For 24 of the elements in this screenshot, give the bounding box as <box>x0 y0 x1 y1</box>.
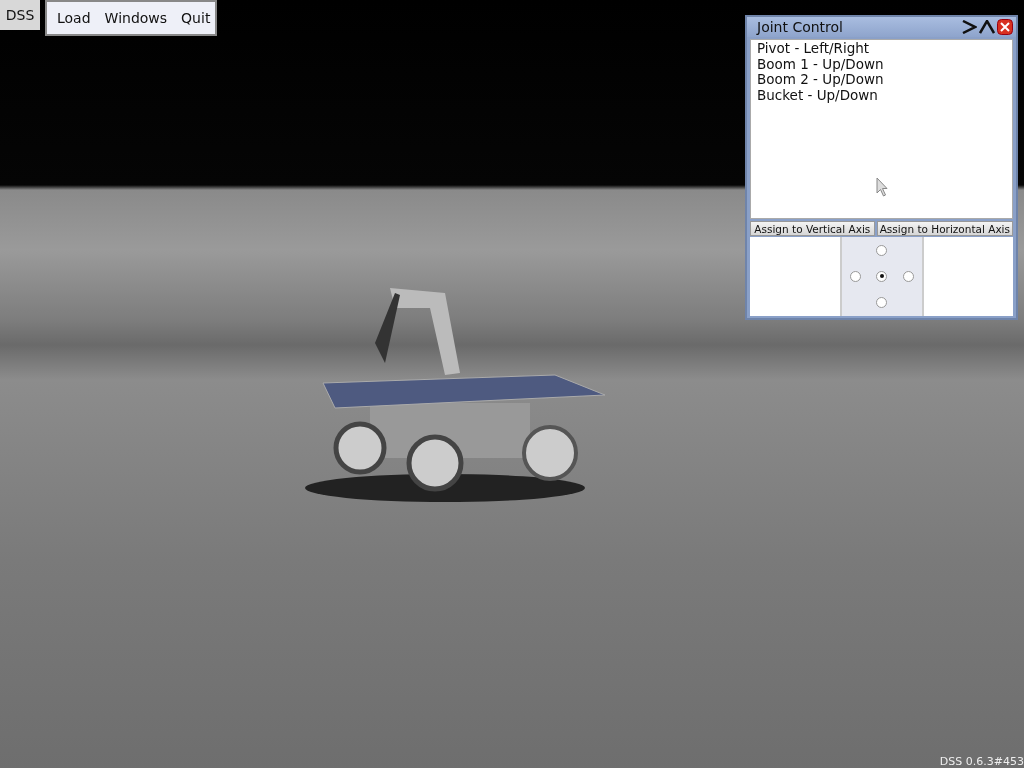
assign-axis-button[interactable]: Assign to Horizontal Axis <box>876 221 1013 236</box>
radio-button[interactable] <box>903 271 915 282</box>
joint-list-item[interactable]: Boom 2 - Up/Down <box>757 72 884 88</box>
radio-button[interactable] <box>876 271 888 282</box>
app-button[interactable]: DSS <box>0 0 40 30</box>
joint-list-item[interactable]: Boom 1 - Up/Down <box>757 56 884 72</box>
collapse-button[interactable] <box>978 20 996 34</box>
menu-item[interactable]: Windows <box>104 10 168 26</box>
chevron-up-icon <box>979 20 995 34</box>
cursor-icon <box>876 177 888 197</box>
version-label: DSS 0.6.3#453 <box>939 755 1024 768</box>
menu-item[interactable]: Load <box>57 10 91 26</box>
close-button[interactable] <box>996 19 1014 35</box>
menu-item[interactable]: Quit <box>181 10 211 26</box>
close-icon <box>997 19 1013 35</box>
window-title: Joint Control <box>757 19 844 35</box>
radio-button[interactable] <box>876 244 888 256</box>
radio-button[interactable] <box>849 271 861 282</box>
chevron-right-icon <box>961 20 977 34</box>
radio-button[interactable] <box>876 297 888 309</box>
shade-button[interactable] <box>960 20 978 34</box>
joint-list-item[interactable]: Pivot - Left/Right <box>757 41 870 57</box>
assign-axis-button[interactable]: Assign to Vertical Axis <box>750 221 875 236</box>
joint-list-item[interactable]: Bucket - Up/Down <box>757 87 878 103</box>
